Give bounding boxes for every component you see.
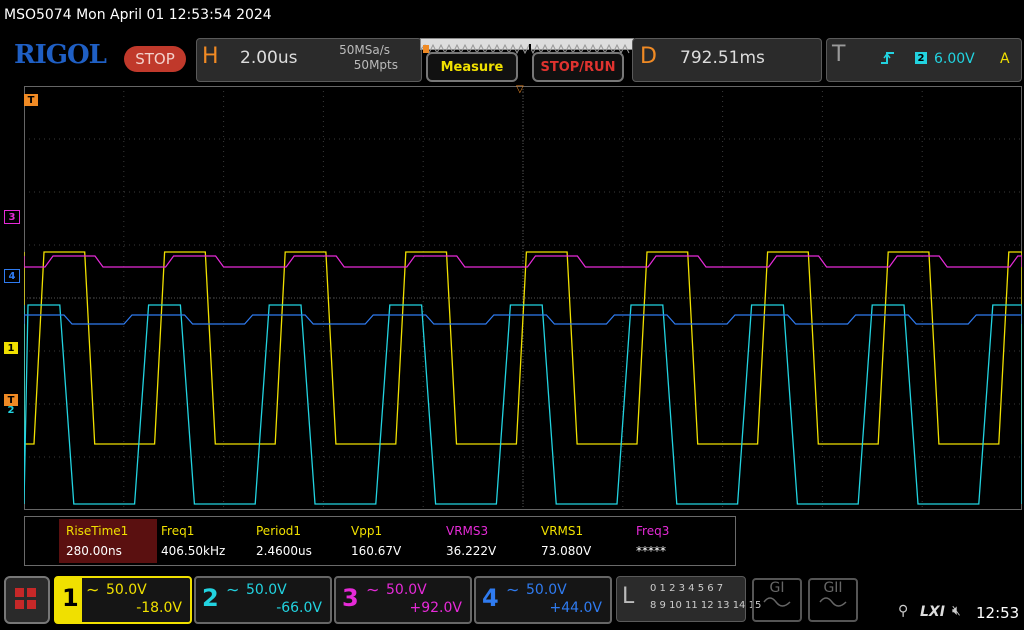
waveform-svg — [23, 86, 1023, 510]
usb-icon: ⚲ — [898, 603, 909, 619]
measurement-value: 73.080V — [541, 544, 592, 558]
channel-scale: 50.0V — [526, 582, 567, 598]
ac-coupling-icon: ∼ — [506, 580, 520, 599]
trigger-time-pointer-icon: ▽ — [516, 84, 524, 95]
trigger-letter: T — [832, 42, 846, 67]
ac-coupling-icon: ∼ — [86, 580, 100, 599]
channel-offset: -18.0V — [136, 600, 182, 616]
sample-rate: 50MSa/s — [339, 43, 390, 57]
measurement-label: Freq3 — [636, 524, 670, 538]
trigger-source-badge: 2 — [915, 52, 927, 64]
measurement-label: Vpp1 — [351, 524, 383, 538]
generator-2-label: GII — [823, 580, 843, 596]
channel-3-panel[interactable]: 3 ∼ 50.0V +92.0V — [334, 576, 472, 624]
measurement-label: Freq1 — [161, 524, 195, 538]
memory-position-strip — [420, 38, 634, 55]
measure-button[interactable]: Measure — [426, 52, 518, 82]
rising-edge-icon — [880, 50, 896, 70]
speaker-mute-icon[interactable]: 🔇︎ — [952, 603, 961, 619]
device-title: MSO5074 Mon April 01 12:53:54 2024 — [4, 7, 272, 23]
channel-scale: 50.0V — [246, 582, 287, 598]
logic-channels-row1: 0 1 2 3 4 5 6 7 — [650, 583, 724, 594]
measurement-value: 280.00ns — [66, 544, 122, 558]
channel-number: 1 — [62, 584, 79, 612]
stop-run-button[interactable]: STOP/RUN — [532, 52, 624, 82]
delay-value: 792.51ms — [680, 48, 765, 68]
logic-channels-row2: 8 9 10 11 12 13 14 15 — [650, 600, 762, 611]
logic-letter: L — [622, 584, 635, 609]
rigol-logo: RIGOL — [14, 40, 107, 70]
horizontal-letter: H — [202, 44, 219, 69]
measurement-label: VRMS3 — [446, 524, 489, 538]
measurement-table: RiseTime1 280.00ns Freq1 406.50kHz Period1 2.… — [24, 516, 736, 566]
channel-scale: 50.0V — [106, 582, 147, 598]
measurement-label: Period1 — [256, 524, 302, 538]
trigger-position-marker[interactable]: T — [24, 94, 38, 106]
clock-time: 12:53 — [976, 604, 1020, 622]
measurement-value: ***** — [636, 544, 666, 558]
measurement-value: 406.50kHz — [161, 544, 226, 558]
channel-2-panel[interactable]: 2 ∼ 50.0V -66.0V — [194, 576, 332, 624]
channel-scale: 50.0V — [386, 582, 427, 598]
measurement-value: 2.4600us — [256, 544, 312, 558]
ch3-offset-marker[interactable]: 3 — [4, 210, 20, 224]
timebase-value: 2.00us — [240, 48, 298, 68]
trigger-mode: A — [1000, 51, 1010, 67]
measurement-value: 36.222V — [446, 544, 497, 558]
channel-offset: +44.0V — [549, 600, 602, 616]
ch1-offset-marker[interactable]: 1 — [4, 342, 18, 354]
channel-offset: -66.0V — [276, 600, 322, 616]
channel-4-panel[interactable]: 4 ∼ 50.0V +44.0V — [474, 576, 612, 624]
ac-coupling-icon: ∼ — [226, 580, 240, 599]
memory-depth: 50Mpts — [353, 58, 398, 72]
sine-wave-icon — [763, 597, 791, 607]
sine-wave-icon — [819, 597, 847, 607]
generator-1-label: GI — [769, 580, 785, 596]
measurement-label: VRMS1 — [541, 524, 584, 538]
run-status-badge: STOP — [124, 46, 186, 72]
ac-coupling-icon: ∼ — [366, 580, 380, 599]
ch2-offset-marker[interactable]: 2 — [4, 404, 18, 416]
channel-number: 3 — [342, 584, 359, 612]
main-menu-button[interactable] — [4, 576, 50, 624]
channel-number: 2 — [202, 584, 219, 612]
lxi-label: LXI — [920, 604, 945, 620]
channel-1-panel[interactable]: 1 ∼ 50.0V -18.0V — [54, 576, 192, 624]
measurement-label: RiseTime1 — [66, 524, 129, 538]
channel-number: 4 — [482, 584, 499, 612]
ch4-offset-marker[interactable]: 4 — [4, 269, 20, 283]
generator-1-button[interactable]: GI — [752, 578, 802, 622]
trigger-level: 6.00V — [934, 51, 975, 67]
waveform-display[interactable] — [23, 86, 1023, 510]
measurement-value: 160.67V — [351, 544, 402, 558]
delay-letter: D — [640, 44, 657, 69]
generator-2-button[interactable]: GII — [808, 578, 858, 622]
channel-offset: +92.0V — [409, 600, 462, 616]
